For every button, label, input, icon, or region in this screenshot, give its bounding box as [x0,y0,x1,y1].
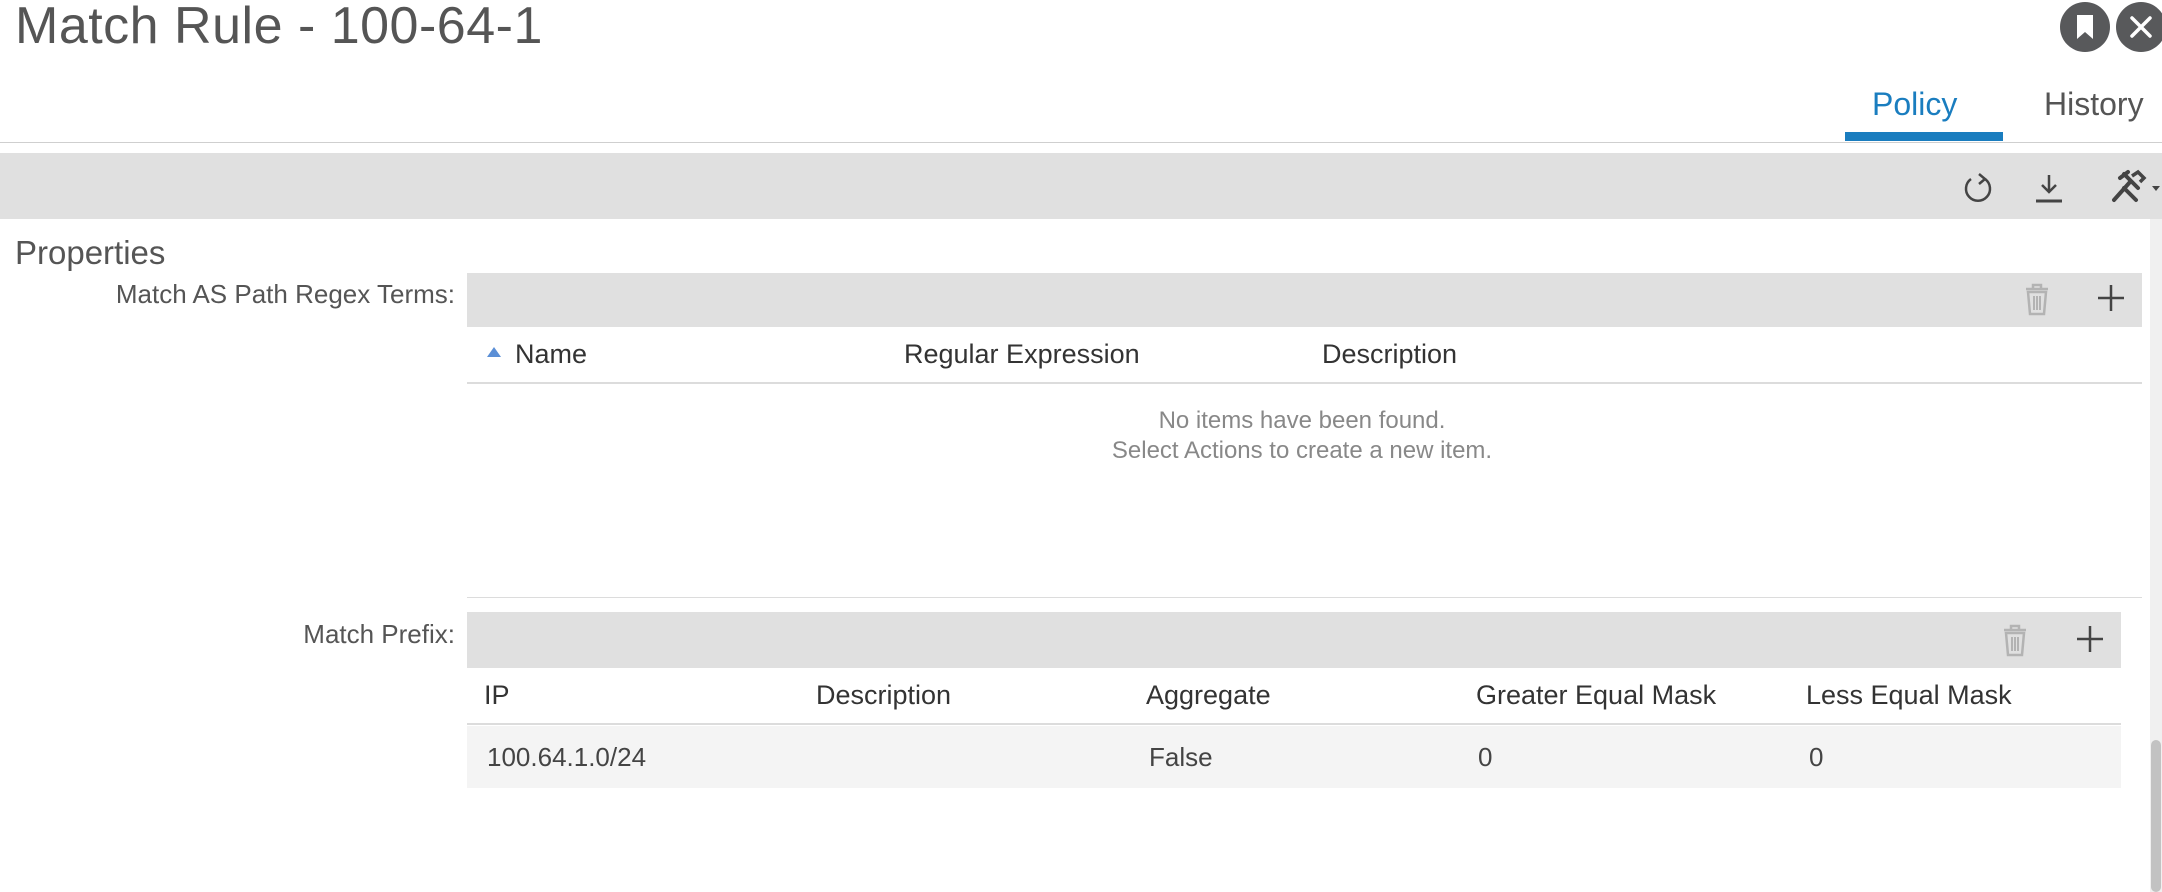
tools-icon [2112,169,2160,202]
prefix-delete-button[interactable] [1998,620,2032,660]
column-header-name[interactable]: Name [515,339,587,370]
table-header-divider [467,382,2142,384]
properties-title: Properties [15,234,166,271]
prefix-add-button[interactable] [2073,622,2107,656]
as-path-add-button[interactable] [2094,281,2128,315]
column-header-description[interactable]: Description [1322,339,1457,370]
plus-icon [2098,285,2124,311]
scrollbar-thumb[interactable] [2151,740,2161,892]
cell-ge-mask: 0 [1478,742,1493,772]
column-header-description[interactable]: Description [816,680,951,711]
sort-ascending-icon[interactable] [486,346,502,358]
main-toolbar [0,153,2162,219]
prefix-table-toolbar [467,612,2121,668]
refresh-button[interactable] [1958,168,1998,208]
download-button[interactable] [2028,168,2070,208]
match-prefix-label: Match Prefix: [303,619,455,649]
as-path-table-toolbar [467,273,2142,327]
column-header-regex[interactable]: Regular Expression [904,339,1140,370]
download-icon [2036,175,2062,203]
as-path-label: Match AS Path Regex Terms: [115,279,455,309]
column-header-ip[interactable]: IP [484,680,510,711]
active-tab-indicator [1845,132,2003,141]
tab-policy[interactable]: Policy [1872,86,1957,123]
column-header-aggregate[interactable]: Aggregate [1146,680,1271,711]
table-header-divider [467,723,2121,725]
page-title: Match Rule - 100-64-1 [15,0,543,55]
empty-state-line1: No items have been found. [1158,407,1446,434]
empty-state-line2: Select Actions to create a new item. [1111,437,1493,464]
bookmark-icon [2077,15,2093,39]
close-icon [2130,16,2152,38]
trash-icon [2026,283,2048,316]
close-button[interactable] [2116,2,2162,52]
cell-aggregate: False [1149,742,1213,772]
trash-icon [2004,624,2026,657]
column-header-le-mask[interactable]: Less Equal Mask [1806,680,2012,711]
as-path-delete-button[interactable] [2020,279,2054,319]
cell-le-mask: 0 [1809,742,1824,772]
plus-icon [2077,626,2103,652]
cell-ip: 100.64.1.0/24 [487,742,647,772]
bookmark-button[interactable] [2060,2,2110,52]
empty-state-message: No items have been found. Select Actions… [467,406,2137,466]
refresh-icon [1964,173,1992,202]
tab-history[interactable]: History [2044,86,2144,123]
tools-menu-button[interactable] [2108,166,2162,208]
column-header-ge-mask[interactable]: Greater Equal Mask [1476,680,1716,711]
table-row[interactable]: 100.64.1.0/24 False 0 0 [467,726,2121,788]
header-divider [0,142,2162,143]
table-footer-divider [467,597,2142,598]
